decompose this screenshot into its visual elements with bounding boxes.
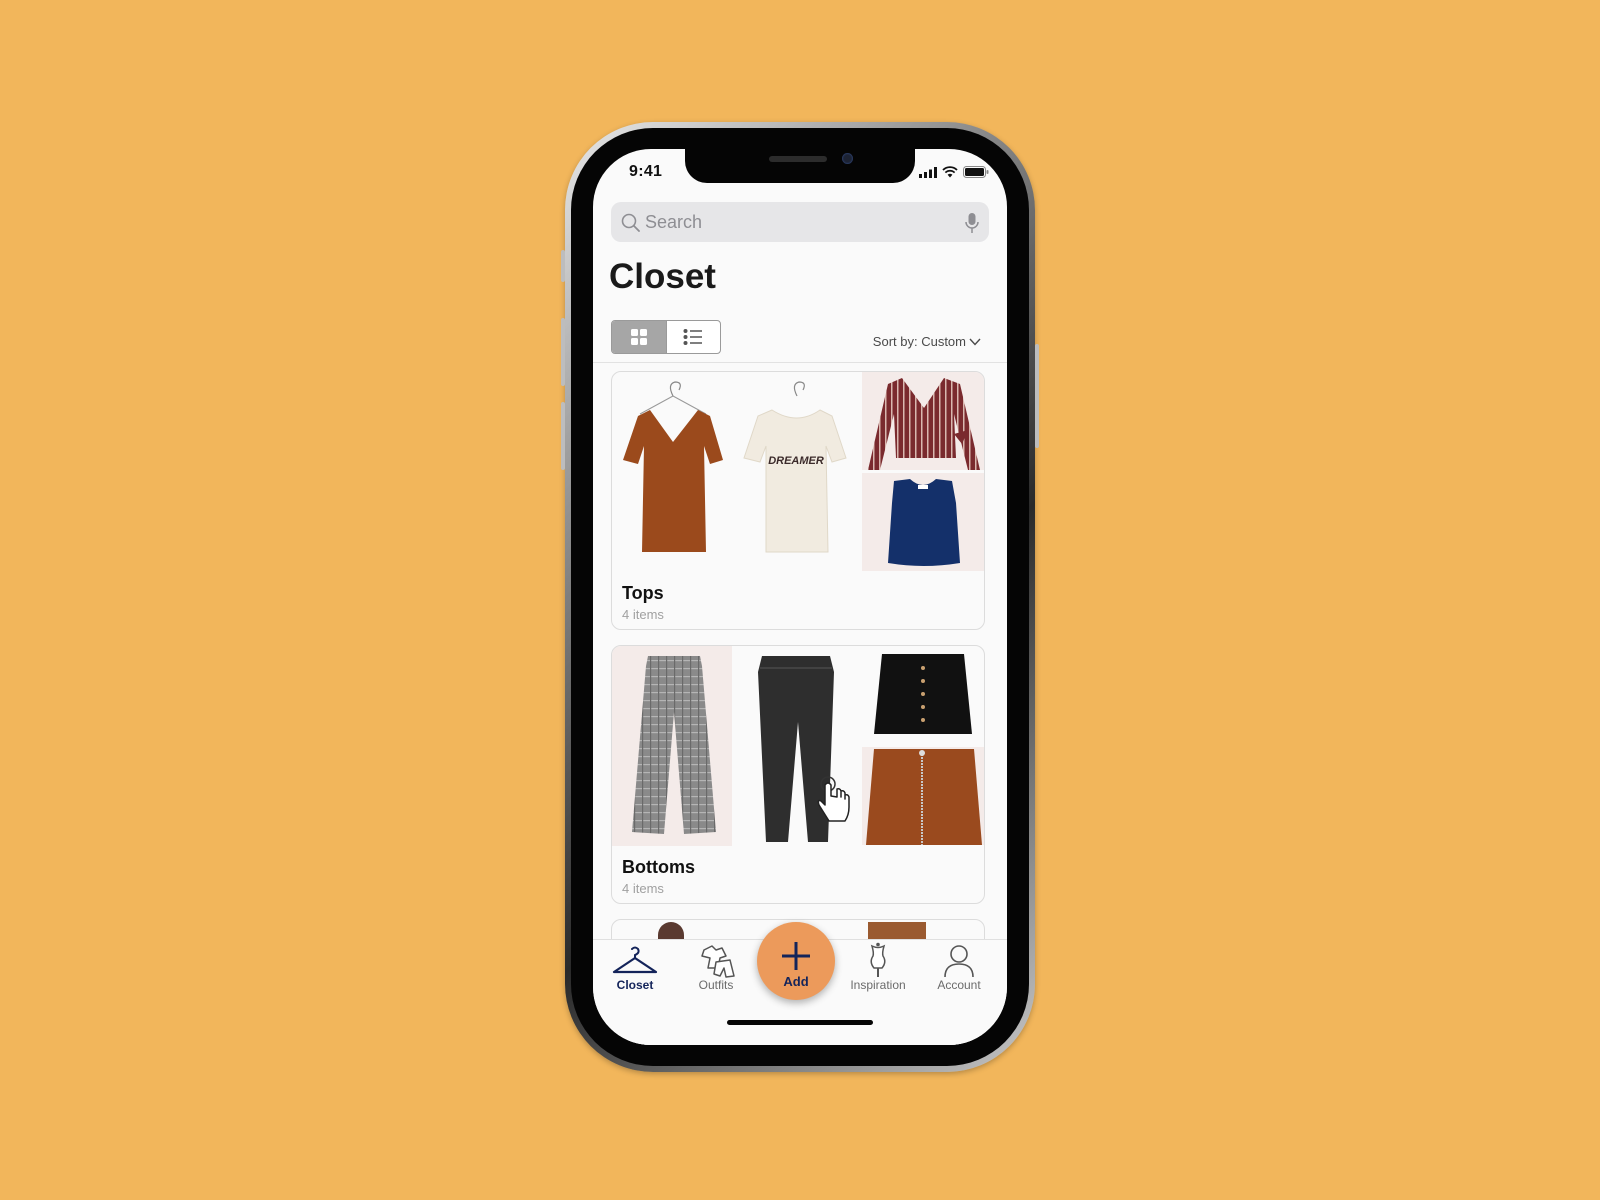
mute-switch [561, 250, 565, 282]
item-black-mini-skirt[interactable] [864, 650, 982, 744]
add-button[interactable]: Add [757, 922, 835, 1000]
tab-label: Closet [616, 978, 654, 992]
chevron-down-icon [969, 338, 981, 346]
header-divider [593, 362, 1007, 363]
add-label: Add [783, 974, 809, 989]
item-striped-wrap-blouse[interactable] [864, 374, 982, 470]
category-card-tops[interactable]: DREAMER Tops 4 items [611, 371, 985, 630]
speaker [769, 156, 827, 162]
battery-icon [963, 166, 989, 178]
grid-view-button[interactable] [612, 321, 666, 353]
item-rust-zip-skirt[interactable] [862, 747, 984, 845]
category-title: Bottoms [622, 857, 695, 877]
volume-up-button [561, 318, 565, 386]
search-input[interactable]: Search [645, 212, 702, 233]
item-navy-tank[interactable] [864, 475, 982, 571]
person-icon [944, 945, 974, 978]
outfits-icon [701, 945, 735, 978]
view-toggle [611, 320, 721, 354]
tab-label: Account [937, 978, 981, 992]
plus-icon [782, 942, 810, 970]
microphone-icon[interactable] [965, 212, 979, 234]
power-button [1035, 344, 1039, 448]
tab-label: Inspiration [850, 978, 906, 992]
hanger-icon [612, 946, 658, 974]
page-title: Closet [609, 257, 716, 296]
volume-down-button [561, 402, 565, 470]
search-icon [621, 213, 640, 232]
dreamer-print: DREAMER [768, 455, 824, 467]
wifi-icon [942, 166, 958, 178]
list-icon [683, 329, 703, 345]
search-bar[interactable]: Search [611, 202, 989, 242]
mannequin-icon [870, 942, 886, 977]
front-camera [842, 153, 853, 164]
item-plaid-trousers[interactable] [618, 652, 728, 842]
category-title: Tops [622, 583, 664, 603]
app-screen: 9:41 Search Closet Sort by: Custom DREAM… [593, 149, 1007, 1045]
tab-bar: Closet Outfits Add Inspiration Account [593, 922, 1007, 1045]
sort-label: Sort by: Custom [872, 334, 966, 349]
signal-icon [919, 166, 937, 178]
list-view-button[interactable] [665, 321, 721, 353]
item-dreamer-tee[interactable]: DREAMER [740, 380, 850, 560]
status-time: 9:41 [629, 163, 663, 180]
category-card-bottoms[interactable]: Bottoms 4 items [611, 645, 985, 904]
item-rust-v-neck-tee[interactable] [618, 380, 728, 560]
sort-dropdown[interactable]: Sort by: Custom [873, 334, 981, 349]
home-indicator[interactable] [727, 1020, 873, 1025]
notch [685, 149, 915, 183]
hand-pointer-cursor [817, 776, 850, 822]
status-icons [919, 166, 989, 178]
category-count: 4 items [622, 881, 664, 896]
tab-label: Outfits [698, 978, 734, 992]
category-count: 4 items [622, 607, 664, 622]
grid-icon [630, 329, 647, 345]
